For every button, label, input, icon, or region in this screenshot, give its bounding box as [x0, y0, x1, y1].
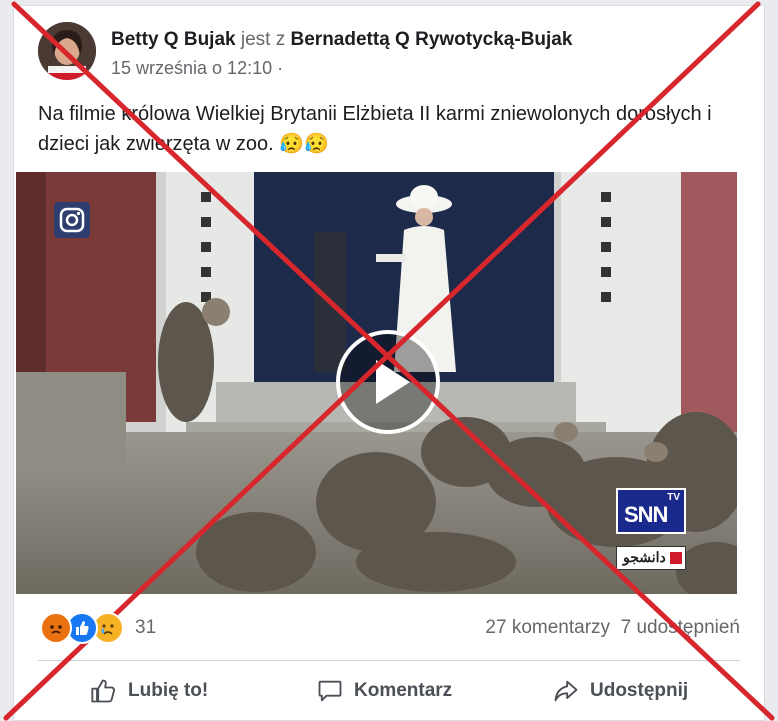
author-name[interactable]: Betty Q Bujak	[111, 29, 236, 50]
angry-icon	[40, 612, 72, 644]
shares-count[interactable]: 7 udostępnień	[621, 617, 740, 638]
play-icon	[376, 360, 410, 404]
post-meta: 15 września o 12:10 ·	[111, 58, 283, 79]
post-text: Na filmie królowa Wielkiej Brytanii Elżb…	[38, 99, 718, 159]
comment-label: Komentarz	[354, 680, 453, 701]
meta-separator: ·	[277, 58, 284, 78]
comment-icon	[318, 680, 342, 702]
comment-button[interactable]: Komentarz	[316, 676, 452, 706]
comments-count[interactable]: 27 komentarzy	[485, 617, 610, 638]
divider	[38, 660, 740, 661]
reaction-count[interactable]: 31	[135, 617, 156, 639]
like-button[interactable]: Lubię to!	[90, 676, 208, 706]
post-header: Betty Q Bujak jest z Bernadettą Q Rywoty…	[111, 29, 572, 51]
post-stats: 27 komentarzy 7 udostępnień	[485, 617, 740, 639]
share-button[interactable]: Udostępnij	[552, 676, 688, 706]
post-text-content: Na filmie królowa Wielkiej Brytanii Elżb…	[38, 103, 712, 155]
snn-sub: دانشجو	[623, 549, 666, 565]
post-date[interactable]: 15 września o 12:10	[111, 58, 272, 78]
share-label: Udostępnij	[590, 680, 689, 701]
snn-tv: TV	[667, 492, 680, 503]
thumbs-up-icon	[91, 679, 115, 703]
play-button[interactable]	[336, 330, 440, 434]
avatar[interactable]	[38, 22, 96, 80]
instagram-icon	[54, 202, 90, 238]
share-icon	[554, 680, 578, 702]
snn-logo: SNN	[624, 502, 668, 527]
avatar-photo	[38, 22, 96, 80]
with-text: jest z	[240, 29, 286, 50]
like-label: Lubię to!	[128, 680, 209, 701]
video-player[interactable]: SNN TV دانشجو	[16, 172, 737, 594]
tagged-user[interactable]: Bernadettą Q Rywotycką-Bujak	[291, 29, 573, 50]
post-emoji: 😥😥	[279, 133, 330, 155]
snn-watermark: SNN TV دانشجو	[616, 488, 686, 574]
